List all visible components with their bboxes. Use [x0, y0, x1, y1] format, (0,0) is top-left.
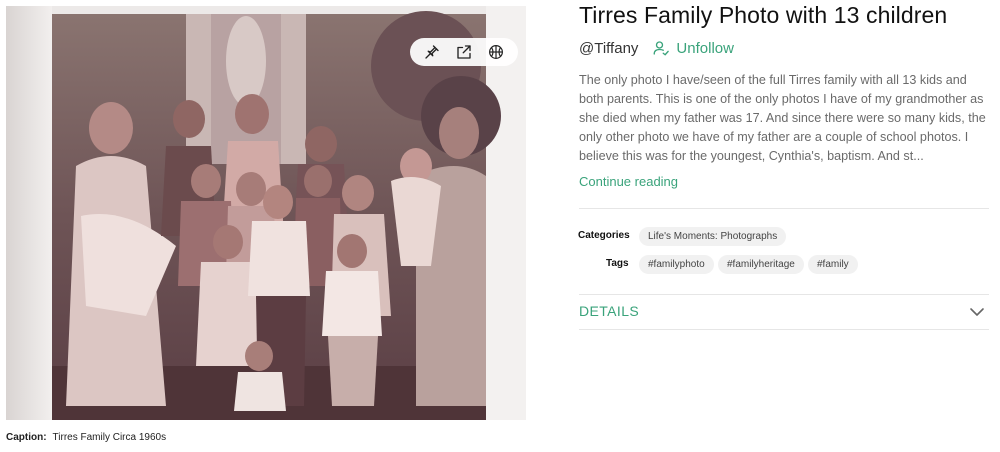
divider — [579, 208, 989, 209]
chevron-down-icon[interactable] — [969, 306, 985, 318]
divider — [579, 329, 989, 330]
post-photo[interactable] — [6, 6, 526, 420]
unfollow-label: Unfollow — [676, 39, 734, 57]
photo-caption: Caption: Tirres Family Circa 1960s — [6, 432, 166, 443]
tag-chip[interactable]: #family — [808, 255, 858, 274]
sport-button[interactable] — [484, 40, 508, 64]
tag-chip[interactable]: #familyheritage — [718, 255, 804, 274]
category-chip[interactable]: Life's Moments: Photographs — [639, 227, 787, 246]
basketball-icon — [489, 45, 503, 59]
post-title: Tirres Family Photo with 13 children — [579, 2, 948, 28]
family-photo-image — [6, 6, 526, 420]
categories-label: Categories — [578, 230, 630, 241]
author-handle[interactable]: @Tiffany — [579, 40, 638, 57]
pin-button[interactable] — [420, 40, 444, 64]
tag-chip[interactable]: #familyphoto — [639, 255, 714, 274]
divider — [579, 294, 989, 295]
continue-reading-link[interactable]: Continue reading — [579, 174, 678, 189]
photo-toolbar — [410, 38, 518, 66]
share-icon — [457, 45, 471, 59]
caption-label: Caption: — [6, 432, 47, 443]
author-row: @Tiffany Unfollow — [579, 39, 734, 57]
caption-text: Tirres Family Circa 1960s — [52, 432, 167, 443]
tags-label: Tags — [606, 258, 629, 269]
share-button[interactable] — [452, 40, 476, 64]
details-toggle[interactable]: DETAILS — [579, 303, 639, 319]
post-description: The only photo I have/seen of the full T… — [579, 73, 986, 163]
pin-icon — [425, 45, 439, 59]
unfollow-button[interactable]: Unfollow — [652, 39, 734, 57]
user-check-icon — [653, 41, 670, 56]
